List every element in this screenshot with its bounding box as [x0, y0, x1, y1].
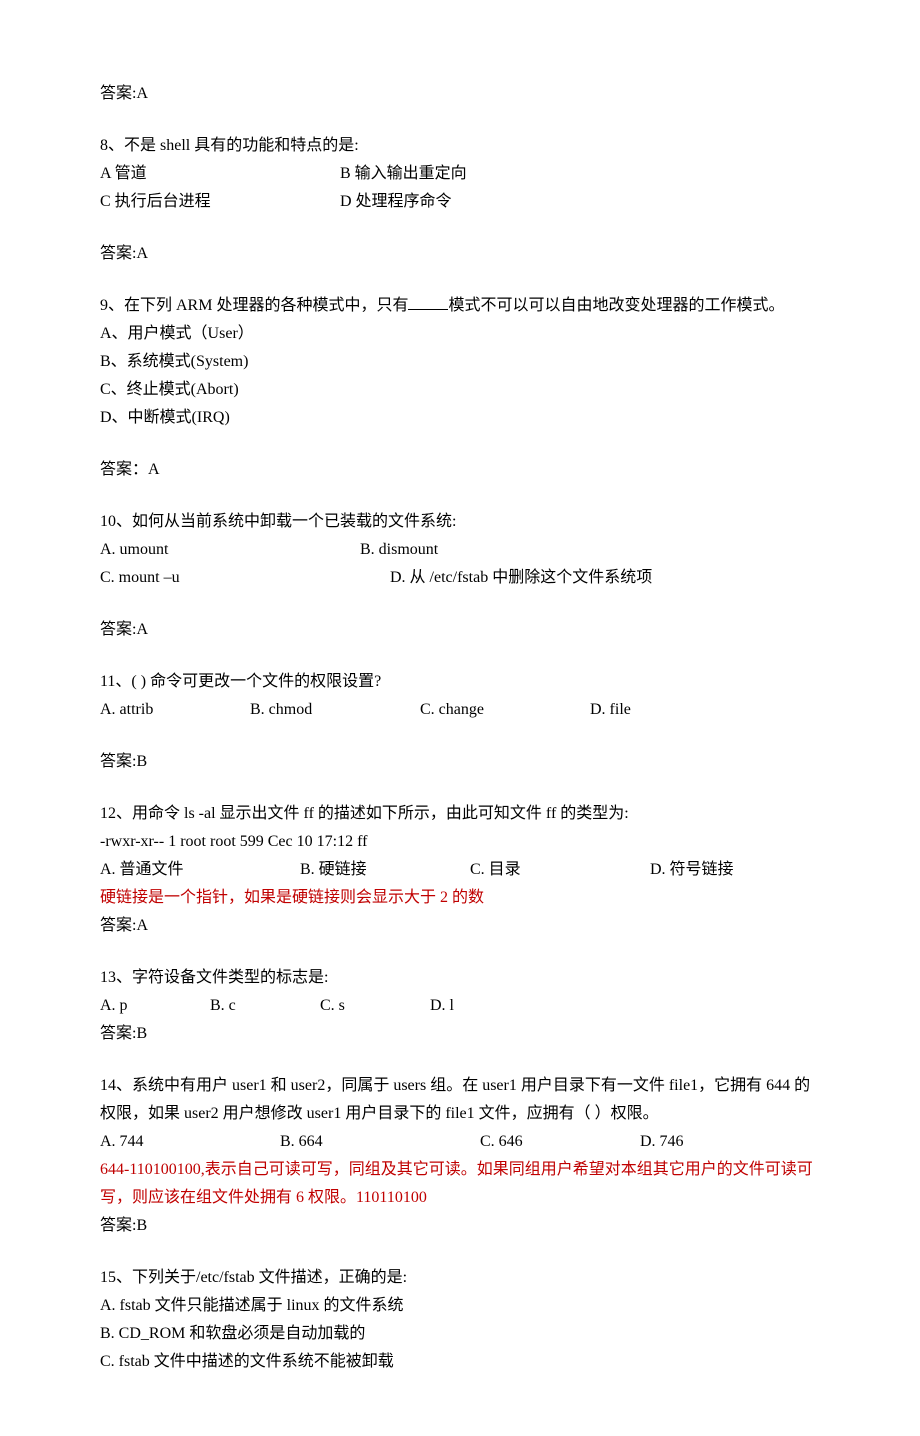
- question-13-options: A. p B. c C. s D. l: [100, 992, 820, 1020]
- option-14C: C. 646: [480, 1128, 640, 1156]
- question-11-options: A. attrib B. chmod C. change D. file: [100, 696, 820, 724]
- option-10A: A. umount: [100, 536, 360, 564]
- option-12C: C. 目录: [470, 856, 650, 884]
- option-11C: C. change: [420, 696, 590, 724]
- question-14-options: A. 744 B. 664 C. 646 D. 746: [100, 1128, 820, 1156]
- question-14-stem: 14、系统中有用户 user1 和 user2，同属于 users 组。在 us…: [100, 1072, 820, 1128]
- option-9D: D、中断模式(IRQ): [100, 404, 820, 432]
- option-8C: C 执行后台进程: [100, 188, 340, 216]
- question-12-stem: 12、用命令 ls -al 显示出文件 ff 的描述如下所示，由此可知文件 ff…: [100, 800, 820, 828]
- option-13C: C. s: [320, 992, 430, 1020]
- option-15A: A. fstab 文件只能描述属于 linux 的文件系统: [100, 1292, 820, 1320]
- answer-12: 答案:A: [100, 912, 820, 940]
- option-14D: D. 746: [640, 1128, 684, 1156]
- question-11-stem: 11、( ) 命令可更改一个文件的权限设置?: [100, 668, 820, 696]
- option-11D: D. file: [590, 696, 631, 724]
- option-8A: A 管道: [100, 160, 340, 188]
- option-12A: A. 普通文件: [100, 856, 300, 884]
- question-12-listing: -rwxr-xr-- 1 root root 599 Cec 10 17:12 …: [100, 828, 820, 856]
- option-15B: B. CD_ROM 和软盘必须是自动加载的: [100, 1320, 820, 1348]
- option-8D: D 处理程序命令: [340, 188, 452, 216]
- question-10-stem: 10、如何从当前系统中卸载一个已装载的文件系统:: [100, 508, 820, 536]
- question-8-stem: 8、不是 shell 具有的功能和特点的是:: [100, 132, 820, 160]
- question-9-stem: 9、在下列 ARM 处理器的各种模式中，只有 模式不可以可以自由地改变处理器的工作…: [100, 292, 820, 320]
- option-13B: B. c: [210, 992, 320, 1020]
- answer-14: 答案:B: [100, 1212, 820, 1240]
- option-12D: D. 符号链接: [650, 856, 734, 884]
- answer-9: 答案：A: [100, 456, 820, 484]
- option-11A: A. attrib: [100, 696, 250, 724]
- option-9B: B、系统模式(System): [100, 348, 820, 376]
- answer-10: 答案:A: [100, 616, 820, 644]
- option-10D: D. 从 /etc/fstab 中删除这个文件系统项: [390, 564, 652, 592]
- question-8-options-row1: A 管道 B 输入输出重定向: [100, 160, 820, 188]
- option-9C: C、终止模式(Abort): [100, 376, 820, 404]
- question-12-options: A. 普通文件 B. 硬链接 C. 目录 D. 符号链接: [100, 856, 820, 884]
- option-10B: B. dismount: [360, 536, 438, 564]
- answer-7: 答案:A: [100, 80, 820, 108]
- option-9A: A、用户模式（User）: [100, 320, 820, 348]
- question-13-stem: 13、字符设备文件类型的标志是:: [100, 964, 820, 992]
- option-13D: D. l: [430, 992, 454, 1020]
- q9-stem-pre: 9、在下列 ARM 处理器的各种模式中，只有: [100, 297, 408, 314]
- option-12B: B. 硬链接: [300, 856, 470, 884]
- q9-stem-post: 模式不可以可以自由地改变处理器的工作模式。: [448, 297, 784, 314]
- option-8B: B 输入输出重定向: [340, 160, 467, 188]
- option-13A: A. p: [100, 992, 210, 1020]
- option-14A: A. 744: [100, 1128, 280, 1156]
- question-12-note: 硬链接是一个指针，如果是硬链接则会显示大于 2 的数: [100, 884, 820, 912]
- option-14B: B. 664: [280, 1128, 480, 1156]
- q9-blank: [408, 309, 448, 310]
- question-8-options-row2: C 执行后台进程 D 处理程序命令: [100, 188, 820, 216]
- question-15-stem: 15、下列关于/etc/fstab 文件描述，正确的是:: [100, 1264, 820, 1292]
- option-15C: C. fstab 文件中描述的文件系统不能被卸载: [100, 1348, 820, 1376]
- question-10-options-row2: C. mount –u D. 从 /etc/fstab 中删除这个文件系统项: [100, 564, 820, 592]
- option-11B: B. chmod: [250, 696, 420, 724]
- answer-11: 答案:B: [100, 748, 820, 776]
- question-14-note: 644-110100100,表示自己可读可写，同组及其它可读。如果同组用户希望对…: [100, 1156, 820, 1212]
- answer-8: 答案:A: [100, 240, 820, 268]
- answer-13: 答案:B: [100, 1020, 820, 1048]
- option-10C: C. mount –u: [100, 564, 390, 592]
- question-10-options-row1: A. umount B. dismount: [100, 536, 820, 564]
